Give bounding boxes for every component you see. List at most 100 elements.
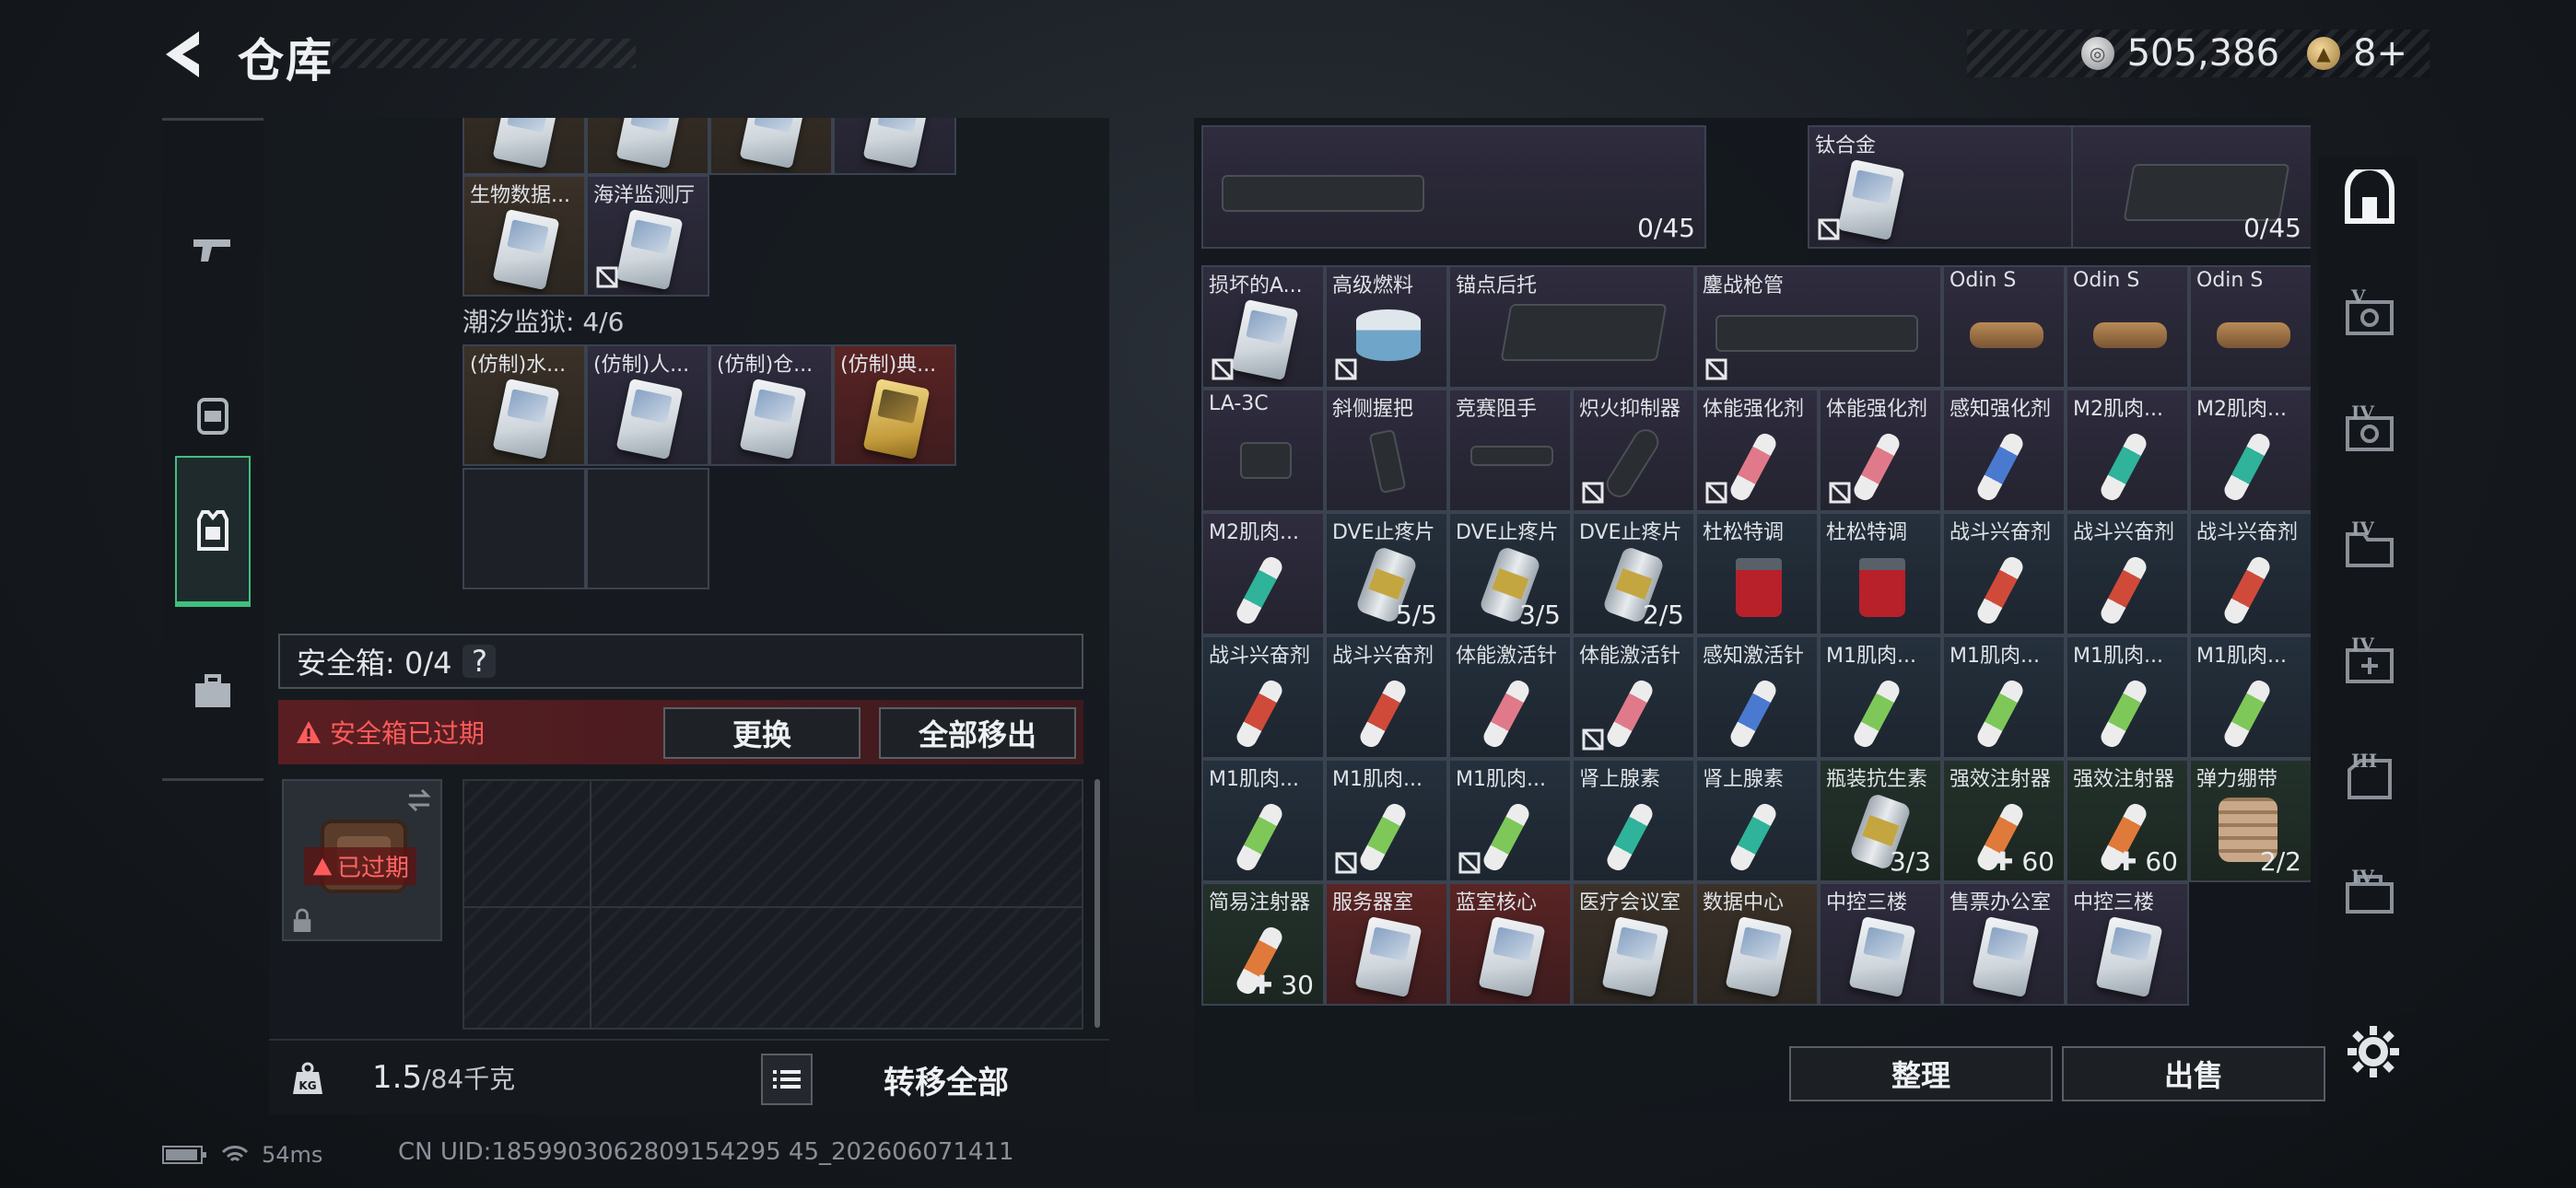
safe-box-grid[interactable] xyxy=(463,779,1083,1030)
inventory-item[interactable]: M2肌肉... xyxy=(1201,512,1325,635)
inventory-item[interactable]: 竞赛阻手 xyxy=(1448,389,1572,512)
settings-button[interactable] xyxy=(2340,1019,2406,1085)
keycard-icon xyxy=(492,378,560,460)
keycard-slot[interactable] xyxy=(833,118,956,175)
inventory-item[interactable]: Odin S xyxy=(2189,265,2311,389)
inventory-item[interactable]: DVE止疼片 2/5 xyxy=(1572,512,1695,635)
inventory-item[interactable]: 简易注射器 ✚ 30 xyxy=(1201,882,1325,1006)
inventory-item[interactable]: 体能强化剂 xyxy=(1819,389,1942,512)
inventory-item[interactable]: DVE止疼片 3/5 xyxy=(1448,512,1572,635)
list-view-button[interactable] xyxy=(761,1054,813,1105)
inventory-item[interactable]: M1肌肉... xyxy=(1448,759,1572,882)
inventory-item[interactable]: 售票办公室 xyxy=(1942,882,2066,1006)
tab-case-iii[interactable]: III xyxy=(2336,746,2403,812)
weapon-slot-button[interactable] xyxy=(175,174,251,325)
inventory-item[interactable]: 杜松特调 xyxy=(1819,512,1942,635)
item-name: 杜松特调 xyxy=(1826,521,1908,544)
inventory-item[interactable]: 中控三楼 xyxy=(1819,882,1942,1006)
keycard-slot[interactable] xyxy=(709,118,833,175)
syringe-icon xyxy=(1973,430,2027,504)
inventory-item[interactable]: 损坏的A... xyxy=(1201,265,1325,389)
inventory-item[interactable]: 强效注射器 ✚ 60 xyxy=(2066,759,2189,882)
safe-box-slot[interactable]: 已过期 xyxy=(282,779,442,941)
inventory-item[interactable]: 锚点后托 xyxy=(1448,265,1695,389)
inventory-item[interactable]: M1肌肉... xyxy=(2066,635,2189,759)
inventory-item[interactable]: 蓝室核心 xyxy=(1448,882,1572,1006)
inventory-item[interactable]: 医疗会议室 xyxy=(1572,882,1695,1006)
no-transfer-icon xyxy=(1582,728,1604,751)
inventory-item[interactable]: 强效注射器 ✚ 60 xyxy=(1942,759,2066,882)
inventory-item[interactable]: 肾上腺素 xyxy=(1572,759,1695,882)
sell-button[interactable]: 出售 xyxy=(2062,1046,2325,1101)
tab-safe-iv[interactable]: IV xyxy=(2336,398,2403,464)
toolbox-slot-button[interactable] xyxy=(175,616,251,767)
inventory-item[interactable]: 战斗兴奋剂 xyxy=(1942,512,2066,635)
safe-box-header: 安全箱: 0/4 ? xyxy=(278,634,1083,689)
replace-button[interactable]: 更换 xyxy=(663,707,861,759)
keycard-slot[interactable] xyxy=(586,118,709,175)
inventory-item[interactable]: 高级燃料 xyxy=(1325,265,1448,389)
keycard-slot[interactable]: (仿制)典... xyxy=(833,344,956,466)
move-all-out-button[interactable]: 全部移出 xyxy=(879,707,1076,759)
inventory-item[interactable]: 炽火抑制器 xyxy=(1572,389,1695,512)
tab-folder-iv[interactable]: IV xyxy=(2336,514,2403,580)
inventory-item[interactable]: 斜侧握把 xyxy=(1325,389,1448,512)
tab-safe-v[interactable]: V xyxy=(2336,282,2403,348)
inventory-item[interactable]: 鏖战枪管 xyxy=(1695,265,1942,389)
inventory-item[interactable]: Odin S xyxy=(1942,265,2066,389)
empty-slot[interactable] xyxy=(586,468,709,589)
inventory-item[interactable]: 体能激活针 xyxy=(1448,635,1572,759)
inventory-item[interactable]: 感知强化剂 xyxy=(1942,389,2066,512)
help-icon[interactable]: ? xyxy=(463,644,497,679)
inventory-item[interactable]: 弹力绷带 2/2 xyxy=(2189,759,2311,882)
inventory-item[interactable]: 战斗兴奋剂 xyxy=(2066,512,2189,635)
keycard-slot[interactable]: (仿制)人... xyxy=(586,344,709,466)
heal-amount: ✚ 30 xyxy=(1251,970,1314,1000)
sort-button[interactable]: 整理 xyxy=(1789,1046,2053,1101)
item-name: (仿制)仓... xyxy=(717,354,814,377)
inventory-item[interactable]: 肾上腺素 xyxy=(1695,759,1819,882)
inventory-item[interactable]: 0/45 xyxy=(1201,125,1706,249)
inventory-item[interactable]: M1肌肉... xyxy=(1325,759,1448,882)
inventory-item[interactable]: 战斗兴奋剂 xyxy=(1201,635,1325,759)
keycard-slot[interactable]: (仿制)水... xyxy=(463,344,586,466)
inventory-item[interactable]: 数据中心 xyxy=(1695,882,1819,1006)
inventory-item[interactable]: M1肌肉... xyxy=(1819,635,1942,759)
vest-slot-button[interactable] xyxy=(175,456,251,607)
keycard-icon xyxy=(1837,158,1905,241)
inventory-item[interactable]: M1肌肉... xyxy=(1942,635,2066,759)
tab-main-vault[interactable] xyxy=(2336,166,2403,232)
keycard-slot[interactable]: 海洋监测厅 xyxy=(586,175,709,297)
keycard-icon xyxy=(1972,915,2040,998)
transfer-all-button[interactable]: 转移全部 xyxy=(831,1050,1061,1109)
inventory-item[interactable]: 中控三楼 xyxy=(2066,882,2189,1006)
inventory-item[interactable]: 0/45 xyxy=(2071,125,2311,249)
inventory-item[interactable]: M1肌肉... xyxy=(1201,759,1325,882)
inventory-item[interactable]: 战斗兴奋剂 xyxy=(1325,635,1448,759)
inventory-item[interactable]: M2肌肉... xyxy=(2066,389,2189,512)
tab-case-iv[interactable]: IV xyxy=(2336,862,2403,928)
inventory-item[interactable]: 服务器室 xyxy=(1325,882,1448,1006)
inventory-item[interactable]: 瓶装抗生素 3/3 xyxy=(1819,759,1942,882)
keycard-slot[interactable]: 生物数据... xyxy=(463,175,586,297)
inventory-item[interactable]: DVE止疼片 5/5 xyxy=(1325,512,1448,635)
inventory-item[interactable]: LA-3C xyxy=(1201,389,1325,512)
tab-medkit-iv[interactable]: IV xyxy=(2336,630,2403,696)
safe-v-icon xyxy=(2346,300,2394,335)
inventory-item[interactable]: M2肌肉... xyxy=(2189,389,2311,512)
scrollbar[interactable] xyxy=(1095,779,1100,1028)
inventory-item[interactable]: 体能强化剂 xyxy=(1695,389,1819,512)
inventory-item[interactable]: 杜松特调 xyxy=(1695,512,1819,635)
keycard-slot[interactable] xyxy=(463,118,586,175)
inventory-item[interactable]: 感知激活针 xyxy=(1695,635,1819,759)
inventory-item[interactable]: 战斗兴奋剂 xyxy=(2189,512,2311,635)
inventory-item[interactable]: 体能激活针 xyxy=(1572,635,1695,759)
keycard-slot[interactable]: (仿制)仓... xyxy=(709,344,833,466)
empty-slot[interactable] xyxy=(463,468,586,589)
barrel-icon xyxy=(1715,315,1918,352)
item-name: 感知强化剂 xyxy=(1950,398,2052,421)
back-button[interactable] xyxy=(158,28,219,81)
inventory-item[interactable]: Odin S xyxy=(2066,265,2189,389)
premium-balance[interactable]: 8+ xyxy=(2353,32,2407,75)
inventory-item[interactable]: M1肌肉... xyxy=(2189,635,2311,759)
